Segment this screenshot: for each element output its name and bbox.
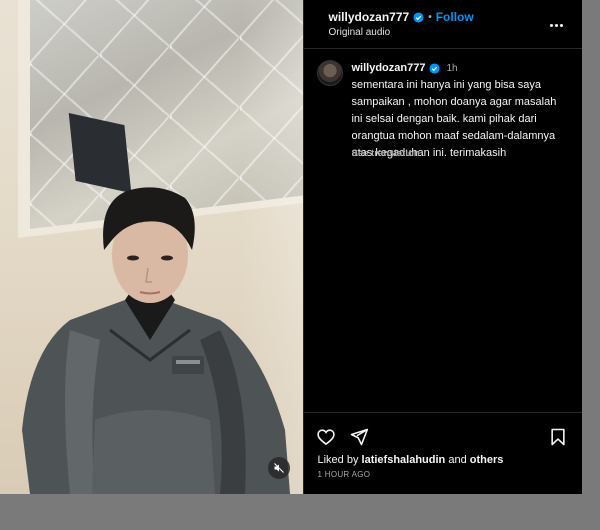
liked-by-text: Liked by latiefshalahudin and others (317, 454, 503, 466)
post-media[interactable] (0, 0, 304, 494)
verified-badge-icon (413, 11, 424, 23)
header-separator-dot: • (428, 11, 432, 23)
header-user-row: willydozan777 • Follow (328, 10, 473, 24)
post-dialog: willydozan777 • Follow Original audio wi… (0, 0, 583, 495)
share-icon[interactable] (349, 427, 369, 447)
see-translation-link[interactable]: See translation (351, 148, 419, 159)
follow-button[interactable]: Follow (436, 10, 474, 24)
post-actions: Liked by latiefshalahudin and others 1 H… (304, 412, 583, 495)
header-username[interactable]: willydozan777 (328, 10, 409, 24)
heart-icon[interactable] (316, 427, 336, 447)
liked-user-link[interactable]: latiefshalahudin (362, 454, 446, 466)
verified-badge-icon (429, 62, 441, 74)
post-header: willydozan777 • Follow Original audio (304, 0, 583, 49)
person-video (22, 187, 290, 494)
volume-muted-icon (274, 463, 284, 473)
liked-prefix: Liked by (317, 454, 359, 466)
post-timestamp: 1 HOUR AGO (317, 470, 371, 479)
more-options-icon[interactable] (550, 14, 566, 27)
caption-username[interactable]: willydozan777 (351, 62, 425, 74)
bookmark-icon[interactable] (548, 427, 568, 447)
caption-time: 1h (446, 62, 458, 74)
caption-avatar[interactable] (317, 60, 344, 86)
mute-toggle-button[interactable] (268, 457, 290, 479)
liked-others-link[interactable]: others (470, 454, 504, 466)
original-audio-link[interactable]: Original audio (328, 27, 390, 38)
post-details-panel: willydozan777 • Follow Original audio wi… (303, 0, 583, 495)
caption-header: willydozan777 1h (351, 62, 457, 74)
liked-and: and (448, 454, 467, 466)
